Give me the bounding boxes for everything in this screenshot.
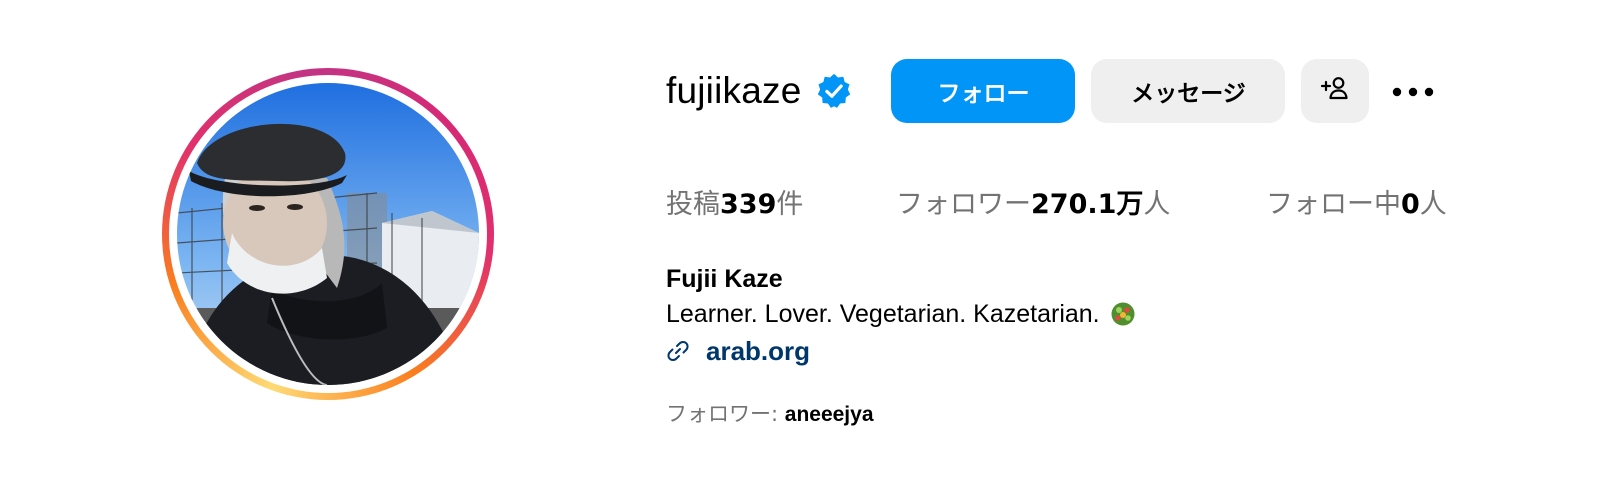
posts-count-stat: 投稿 339 件 xyxy=(666,182,896,221)
suggested-users-button[interactable] xyxy=(1301,59,1370,123)
followers-unit: 人 xyxy=(1143,188,1171,220)
more-options-button[interactable] xyxy=(1381,59,1445,123)
bio-line: Learner. Lover. Vegetarian. Kazetarian. xyxy=(666,296,1136,332)
posts-label: 投稿 xyxy=(666,188,720,220)
add-user-icon xyxy=(1320,73,1350,109)
bio-text: Learner. Lover. Vegetarian. Kazetarian. xyxy=(666,300,1100,328)
posts-unit: 件 xyxy=(776,188,804,220)
profile-stats: 投稿 339 件 フォロワー 270.1万人 フォロー中 0 人 xyxy=(666,178,1447,224)
verified-badge-icon xyxy=(815,72,853,110)
link-text: arab.org xyxy=(706,336,811,366)
vegetable-bowl-emoji-icon xyxy=(1110,301,1136,327)
external-link[interactable]: arab.org xyxy=(666,332,1136,370)
link-icon xyxy=(666,338,692,364)
avatar-gap xyxy=(169,75,487,393)
followers-label: フォロワー xyxy=(896,188,1031,220)
posts-count: 339 xyxy=(720,188,777,220)
full-name: Fujii Kaze xyxy=(666,265,783,293)
follow-button[interactable]: フォロー xyxy=(891,59,1076,123)
followers-count: 270.1万 xyxy=(1031,188,1144,220)
followers-link[interactable]: フォロワー 270.1万人 xyxy=(896,182,1266,221)
avatar-photo-image xyxy=(177,83,479,385)
following-unit: 人 xyxy=(1419,188,1447,220)
following-link[interactable]: フォロー中 0 人 xyxy=(1266,182,1447,221)
following-count: 0 xyxy=(1401,188,1420,220)
profile-avatar-ring[interactable] xyxy=(162,68,494,400)
followed-by: フォロワー: aneeejya xyxy=(666,398,874,428)
message-button[interactable]: メッセージ xyxy=(1091,59,1286,123)
username: fujiikaze xyxy=(666,70,802,111)
profile-bio: Fujii Kaze Learner. Lover. Vegetarian. K… xyxy=(666,262,1136,370)
more-options-icon xyxy=(1391,78,1435,104)
profile-header: fujiikaze フォロー メッセージ xyxy=(666,58,1445,124)
followed-by-user-link[interactable]: aneeejya xyxy=(785,403,874,426)
followed-by-label: フォロワー: xyxy=(666,402,785,426)
avatar[interactable] xyxy=(177,83,479,385)
following-label: フォロー中 xyxy=(1266,188,1401,220)
